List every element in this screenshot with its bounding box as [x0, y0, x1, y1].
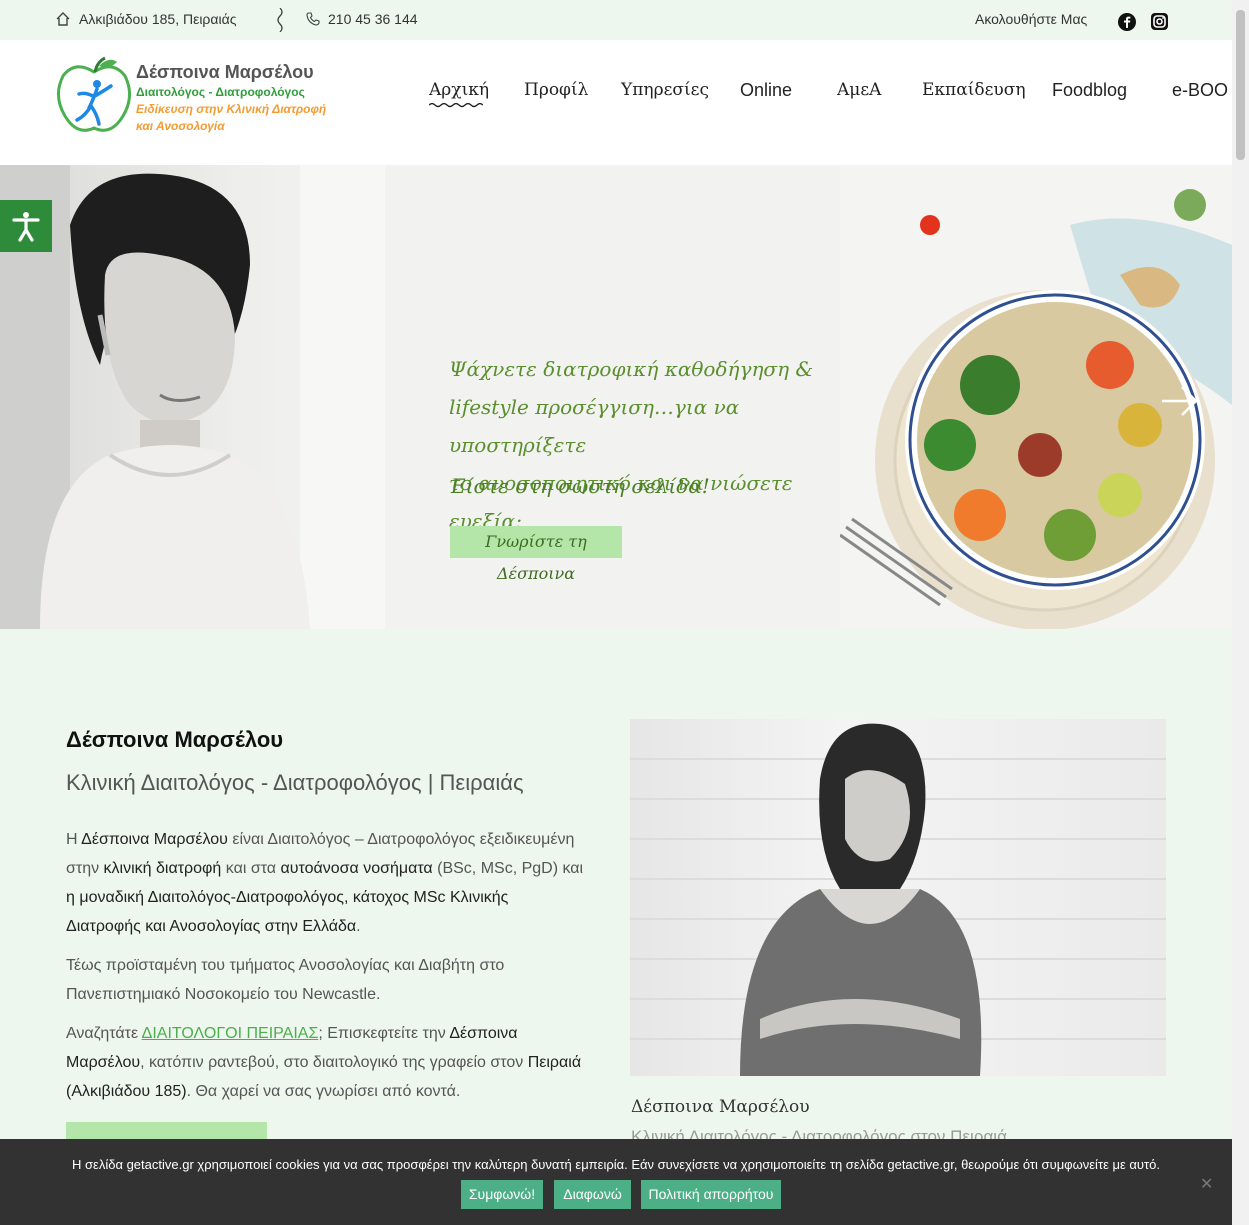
- cookie-decline-button[interactable]: Διαφωνώ: [554, 1180, 631, 1209]
- about-p1-text-a: Η: [66, 831, 82, 848]
- about-p3-text-f: . Θα χαρεί να σας γνωρίσει από κοντά.: [186, 1083, 461, 1100]
- nav-item-ebook[interactable]: e-BOO: [1172, 80, 1228, 101]
- facebook-icon[interactable]: [1118, 13, 1136, 31]
- hero-line-2: lifestyle προσέγγιση…για να υποστηρίξετε: [449, 395, 740, 457]
- cookie-consent-bar: Η σελίδα getactive.gr χρησιμοποιεί cooki…: [0, 1139, 1232, 1225]
- hero-headline: Ψάχνετε διατροφική καθοδήγηση & lifestyl…: [449, 350, 839, 540]
- meet-despoina-button[interactable]: Γνωρίστε τη Δέσποινα: [450, 526, 622, 583]
- top-bar: Αλκιβιάδου 185, Πειραιάς 210 45 36 144 Α…: [0, 0, 1232, 40]
- about-p1-text-i: .: [356, 918, 361, 935]
- about-name-heading: Δέσποινα Μαρσέλου: [66, 727, 284, 752]
- hero-slider: Ψάχνετε διατροφική καθοδήγηση & lifestyl…: [0, 165, 1232, 629]
- divider-squiggle: [277, 8, 283, 32]
- about-portrait-photo: [630, 719, 1166, 1076]
- phone-text: 210 45 36 144: [328, 11, 418, 27]
- about-p3-text-d: , κατόπιν ραντεβού, στο διαιτολογικό της…: [140, 1054, 528, 1071]
- instagram-icon[interactable]: [1151, 13, 1168, 30]
- about-p1-unique: η μοναδική Διαιτολόγος-Διατροφολόγος, κά…: [66, 889, 509, 935]
- main-nav: Αρχική Προφίλ Υπηρεσίες Online ΑμεΑ Εκπα…: [0, 80, 1232, 108]
- about-role-subheading: Κλινική Διαιτολόγος - Διατροφολόγος | Πε…: [66, 770, 524, 795]
- about-p3-text-a: Αναζητάτε: [66, 1025, 142, 1042]
- about-paragraph-1: Η Δέσποινα Μαρσέλου είναι Διαιτολόγος – …: [66, 825, 586, 941]
- nav-item-profile[interactable]: Προφίλ: [524, 80, 588, 100]
- home-icon: [55, 11, 71, 27]
- nav-item-online[interactable]: Online: [740, 80, 792, 101]
- about-p3-text-b: ; Επισκεφτείτε την: [318, 1025, 450, 1042]
- cookie-notice-text: Η σελίδα getactive.gr χρησιμοποιεί cooki…: [72, 1157, 1160, 1172]
- about-p1-name: Δέσποινα Μαρσέλου: [81, 831, 228, 848]
- logo-specialty-line2: και Ανοσολογία: [136, 119, 225, 133]
- scrollbar-thumb[interactable]: [1236, 10, 1245, 160]
- follow-label: Ακολουθήστε Μας: [975, 11, 1088, 27]
- accessibility-button[interactable]: [0, 200, 52, 252]
- about-p1-clinical: κλινική διατροφή: [103, 860, 222, 877]
- logo-specialty-line1: Ειδίκευση στην Κλινική Διατροφή: [136, 102, 327, 116]
- nav-item-foodblog[interactable]: Foodblog: [1052, 80, 1127, 101]
- photo-caption-name: Δέσποινα Μαρσέλου: [631, 1097, 810, 1117]
- portrait-illustration: [0, 165, 385, 629]
- chevron-right-icon[interactable]: [1160, 381, 1200, 421]
- phone-icon: [306, 12, 320, 26]
- hero-line-1: Ψάχνετε διατροφική καθοδήγηση &: [449, 357, 814, 381]
- active-underline-wave: [429, 102, 483, 108]
- site-header: Δέσποινα Μαρσέλου Διαιτολόγος - Διατροφο…: [0, 40, 1232, 165]
- about-p1-autoimmune: αυτοάνοσα νοσήματα: [280, 860, 433, 877]
- about-paragraph-3: Αναζητάτε ΔΙΑΙΤΟΛΟΓΟΙ ΠΕΙΡΑΙΑΣ; Επισκεφτ…: [66, 1019, 586, 1106]
- nav-item-amea[interactable]: ΑμεΑ: [837, 80, 881, 100]
- accessibility-icon: [12, 212, 40, 242]
- hero-portrait-photo: [0, 165, 385, 629]
- nav-item-home[interactable]: Αρχική: [429, 80, 490, 108]
- address-text: Αλκιβιάδου 185, Πειραιάς: [79, 11, 237, 27]
- nav-item-home-label: Αρχική: [429, 80, 490, 100]
- page-scrollbar[interactable]: [1232, 0, 1249, 1225]
- nav-item-services[interactable]: Υπηρεσίες: [621, 80, 709, 100]
- address-item: Αλκιβιάδου 185, Πειραιάς: [55, 11, 236, 27]
- about-p1-text-e: και στα: [221, 860, 281, 877]
- dietitians-piraeus-link[interactable]: ΔΙΑΙΤΟΛΟΓΟΙ ΠΕΙΡΑΙΑΣ: [142, 1025, 319, 1042]
- hero-tagline: Είστε στη σωστή σελίδα!: [451, 474, 710, 498]
- privacy-policy-button[interactable]: Πολιτική απορρήτου: [641, 1180, 781, 1209]
- cookie-accept-button[interactable]: Συμφωνώ!: [461, 1180, 543, 1209]
- nav-item-education[interactable]: Εκπαίδευση: [922, 80, 1026, 100]
- phone-item[interactable]: 210 45 36 144: [306, 11, 418, 27]
- close-icon[interactable]: ✕: [1200, 1174, 1213, 1194]
- about-p1-text-g: (BSc, MSc, PgD) και: [432, 860, 584, 877]
- about-paragraph-2: Τέως προϊσταμένη του τμήματος Ανοσολογία…: [66, 957, 505, 1003]
